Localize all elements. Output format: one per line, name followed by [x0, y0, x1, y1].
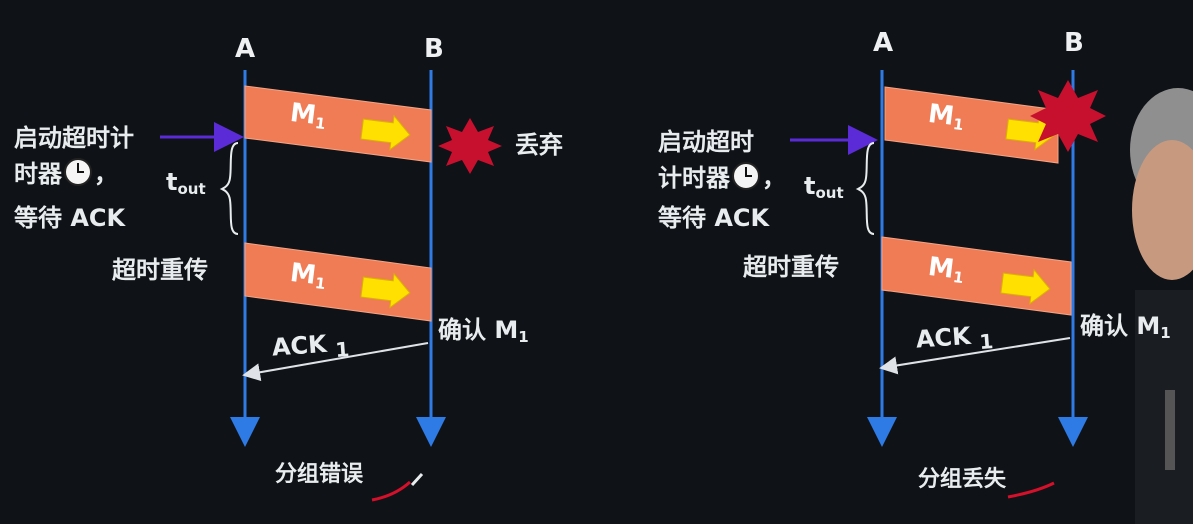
left-wait-ack-label: 等待 ACK — [14, 204, 126, 232]
left-node-a-label: A — [235, 34, 256, 64]
diagram-stage: A B M1 M1 启动超时计 时器， 等待 ACK tout 丢弃 超时重传 … — [0, 0, 1193, 524]
clock-icon — [732, 162, 760, 190]
left-retransmit-label: 超时重传 — [112, 256, 208, 284]
left-packet-2 — [244, 242, 432, 322]
left-confirm-label: 确认 M1 — [438, 316, 529, 346]
right-packet-2 — [881, 236, 1072, 316]
left-tout-label: tout — [166, 168, 206, 198]
right-brace — [855, 142, 875, 235]
left-caption: 分组错误 — [275, 462, 364, 487]
right-confirm-label: 确认 M1 — [1080, 312, 1171, 342]
pen-mark — [410, 472, 424, 487]
left-packet-2-label: M1 — [288, 257, 327, 294]
right-packet-1-label: M1 — [926, 98, 965, 135]
right-start-timer-label-2: 计时器， — [658, 162, 786, 192]
presenter-silhouette — [1130, 88, 1193, 524]
right-node-a-label: A — [873, 28, 894, 58]
right-wait-ack-label: 等待 ACK — [658, 204, 770, 232]
right-tout-label: tout — [804, 172, 844, 202]
right-start-timer-label: 启动超时 — [658, 128, 754, 156]
right-retransmit-label: 超时重传 — [743, 253, 839, 281]
explosion-icon — [438, 118, 502, 174]
right-node-b-label: B — [1064, 28, 1084, 58]
left-discard-label: 丢弃 — [515, 131, 563, 159]
right-caption: 分组丢失 — [918, 467, 1007, 492]
left-brace — [219, 142, 239, 235]
left-caption-underline — [371, 480, 412, 502]
right-ack-label: ACK 1 — [914, 321, 995, 355]
left-packet-1-label: M1 — [288, 97, 327, 134]
clock-icon — [64, 158, 92, 186]
left-start-timer-label: 启动超时计 时器， — [14, 124, 134, 188]
left-ack-label: ACK 1 — [270, 329, 351, 363]
right-packet-2-label: M1 — [926, 251, 965, 288]
left-node-b-label: B — [424, 34, 444, 64]
right-caption-underline — [1007, 481, 1055, 499]
left-packet-1 — [244, 85, 432, 163]
